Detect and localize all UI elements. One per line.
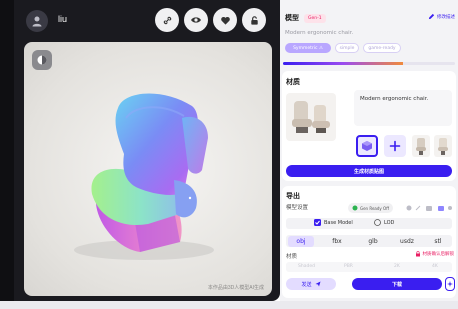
send-icon <box>315 281 320 287</box>
settings-icons <box>406 205 452 211</box>
app-window: liu 本作品由3D人模型AI生成 模型 Gen-1 修改描述 Modern e… <box>0 0 458 309</box>
model-progress-bar <box>283 62 455 65</box>
properties-panel: 模型 Gen-1 修改描述 Modern ergonomic chair. Sy… <box>280 0 458 301</box>
base-model-label: Base Model <box>324 219 353 226</box>
material-prompt-box[interactable]: Modern ergonomic chair. <box>354 90 452 126</box>
model-description: Modern ergonomic chair. <box>285 30 354 36</box>
format-stl[interactable]: stl <box>426 236 450 247</box>
export-title: 导出 <box>286 192 300 200</box>
lod-option-row <box>286 218 452 229</box>
material-thumb[interactable] <box>434 135 452 157</box>
format-glb[interactable]: glb <box>360 236 386 247</box>
eye-icon <box>191 17 201 23</box>
checkbox-checked-icon <box>314 219 321 226</box>
plus-icon <box>389 140 401 152</box>
generate-material-button[interactable]: 生成材质贴图 <box>286 165 452 177</box>
material-status-text: 材质确认后解锁 <box>422 252 455 257</box>
material-thumb[interactable] <box>412 135 430 157</box>
send-button[interactable]: 发送 <box>286 278 336 290</box>
base-model-checkbox[interactable]: Base Model <box>314 219 353 226</box>
material-reference-image[interactable] <box>286 93 336 141</box>
username: liu <box>58 14 68 24</box>
avatar[interactable] <box>26 10 48 32</box>
toggle-icon <box>352 205 358 211</box>
lod-radio[interactable]: LOD <box>374 219 394 226</box>
radio-icon <box>374 219 381 226</box>
model-version-badge: Gen-1 <box>304 14 326 23</box>
tag-game-ready[interactable]: game-ready <box>363 43 401 53</box>
watermark-text: 本作品由3D人模型AI生成 <box>207 285 264 291</box>
format-obj[interactable]: obj <box>288 236 314 247</box>
reference-chairs-image <box>292 101 330 133</box>
model-section: 模型 Gen-1 修改描述 Modern ergonomic chair. Sy… <box>280 0 458 70</box>
preview-panel: liu 本作品由3D人模型AI生成 <box>14 0 280 301</box>
material-title: 材质 <box>286 78 300 86</box>
material-thumb-selected[interactable] <box>356 135 378 157</box>
pencil-icon <box>428 13 435 20</box>
model-progress-fill <box>283 62 404 65</box>
download-button[interactable]: 下载 <box>352 278 442 290</box>
preview-topbar: liu <box>14 0 280 40</box>
material-prompt-text: Modern ergonomic chair. <box>360 96 429 102</box>
material-card: 材质 Modern ergonomic chair. 生成材质贴图 <box>282 71 456 181</box>
send-label: 发送 <box>301 281 312 288</box>
share-link-button[interactable] <box>155 8 179 32</box>
chair-model <box>74 93 214 260</box>
model-viewport[interactable]: 本作品由3D人模型AI生成 <box>24 42 272 296</box>
window-edge <box>0 0 14 309</box>
export-card: 导出 模型设置 Gen Ready Off Base Model LOD obj… <box>282 186 456 298</box>
material-status: 材质确认后解锁 <box>415 251 455 257</box>
like-button[interactable] <box>213 8 237 32</box>
model-settings-label: 模型设置 <box>286 205 309 211</box>
format-fbx[interactable]: fbx <box>324 236 350 247</box>
ai-assistant-button[interactable] <box>445 277 455 291</box>
link-icon <box>163 16 171 24</box>
tag-simple[interactable]: simple <box>335 43 359 53</box>
gen-ready-toggle[interactable]: Gen Ready Off <box>348 203 393 213</box>
bottom-edge <box>0 301 458 309</box>
edit-description-label: 修改描述 <box>437 14 455 20</box>
material-option-pbr: PBR <box>344 264 353 269</box>
lock-icon <box>250 15 258 25</box>
tag-symmetric[interactable]: Symmetric ⚠ <box>285 43 331 53</box>
add-material-button[interactable] <box>384 135 406 157</box>
heart-icon <box>220 16 230 25</box>
cube-icon <box>362 141 372 151</box>
lod-label: LOD <box>384 219 395 226</box>
user-icon <box>32 16 42 27</box>
sparkle-icon <box>447 281 453 287</box>
material-label: 材质 <box>286 254 298 260</box>
view-button[interactable] <box>184 8 208 32</box>
chair-thumb-image <box>438 138 448 155</box>
material-option-2k: 2K <box>394 264 400 269</box>
model-title: 模型 <box>285 14 299 22</box>
unlock-button[interactable] <box>242 8 266 32</box>
material-option-shaded: Shaded <box>298 264 315 269</box>
lock-icon <box>415 251 420 257</box>
material-option-4k: 4K <box>432 264 438 269</box>
gen-ready-label: Gen Ready Off <box>360 205 389 211</box>
format-usdz[interactable]: usdz <box>394 236 420 247</box>
edit-description-button[interactable]: 修改描述 <box>428 13 455 20</box>
chair-thumb-image <box>416 138 426 155</box>
